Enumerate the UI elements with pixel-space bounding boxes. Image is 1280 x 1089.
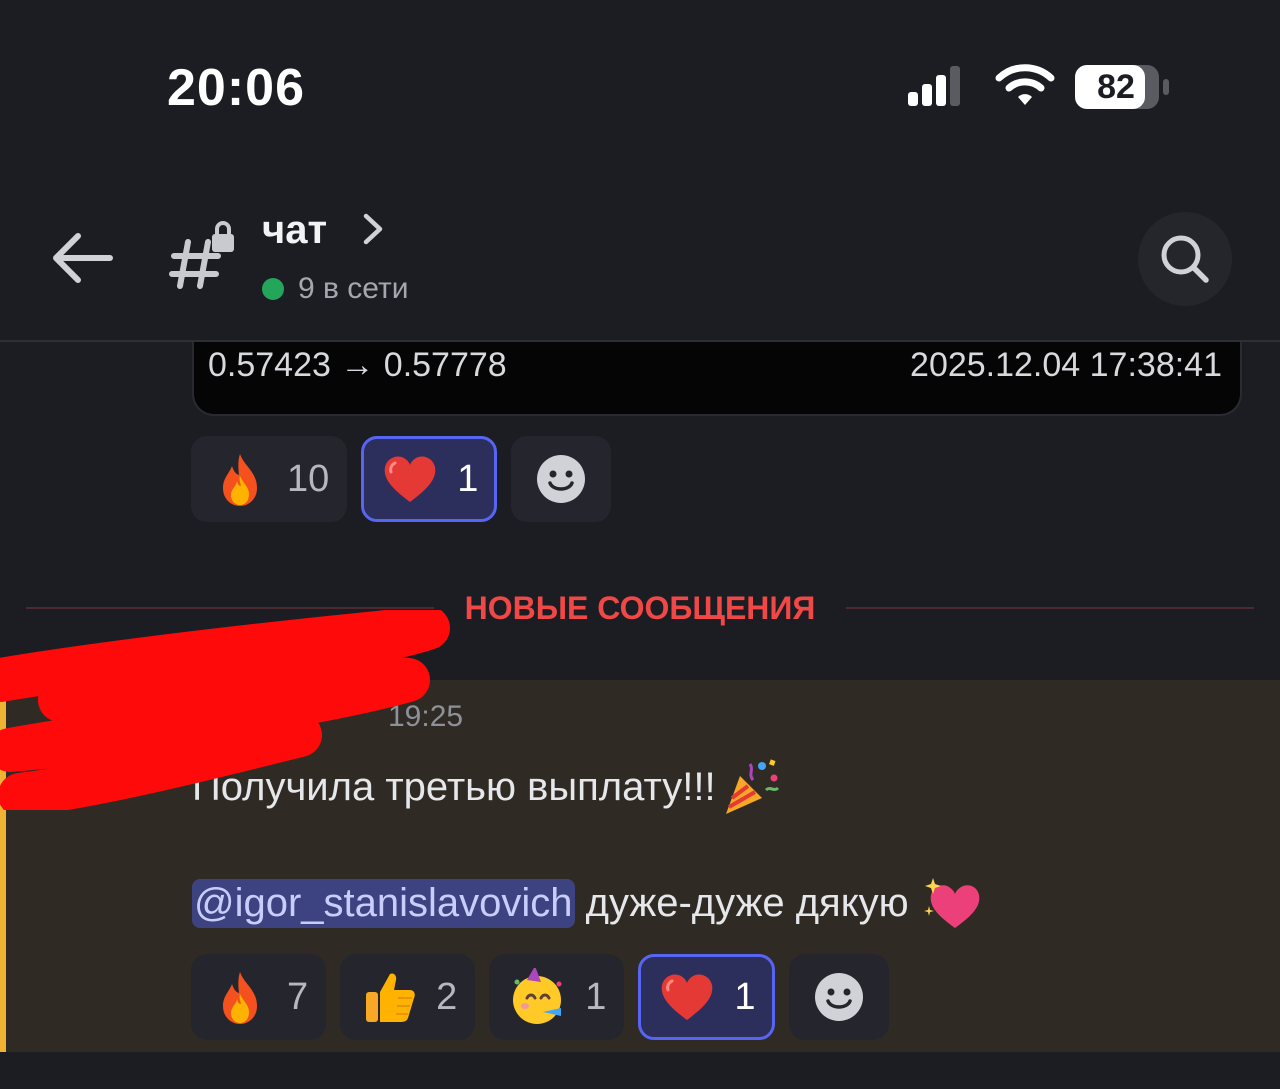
- search-button[interactable]: [1138, 212, 1232, 306]
- reaction-count: 1: [585, 975, 607, 1018]
- embed-timestamp: 2025.12.04 17:38:41: [910, 346, 1222, 384]
- message-embed: 0.57423 → 0.57778 2025.12.04 17:38:41: [192, 342, 1242, 416]
- red-heart-icon: [662, 974, 713, 1020]
- embed-price-change: 0.57423 → 0.57778: [208, 346, 507, 384]
- sparkling-heart-icon: [923, 878, 979, 928]
- battery-indicator: 82: [1074, 64, 1170, 110]
- reaction-count: 10: [287, 457, 330, 500]
- message-text: дуже-дуже дякую: [574, 880, 909, 925]
- divider-line: [26, 607, 434, 609]
- reaction-thumbs-up[interactable]: 2: [340, 954, 476, 1040]
- reaction-heart[interactable]: 1: [638, 954, 775, 1040]
- add-reaction-button[interactable]: [788, 954, 889, 1040]
- redaction-scribble: [0, 610, 450, 810]
- channel-header: чат 9 в сети: [0, 190, 1280, 340]
- reaction-count: 1: [457, 457, 479, 500]
- back-arrow-icon[interactable]: [46, 228, 116, 288]
- battery-level: 82: [1097, 68, 1135, 106]
- divider-line: [846, 607, 1254, 609]
- bottom-bar: [0, 1052, 1280, 1089]
- chevron-right-icon[interactable]: [360, 212, 386, 246]
- online-count: 9 в сети: [262, 272, 408, 306]
- reaction-heart[interactable]: 1: [361, 436, 498, 522]
- wifi-icon: [995, 64, 1055, 105]
- fire-icon: [223, 454, 257, 506]
- status-time: 20:06: [167, 59, 305, 117]
- new-messages-label: НОВЫЕ СООБЩЕНИЯ: [464, 590, 816, 626]
- reaction-bar: 10 1: [191, 436, 612, 522]
- partying-face-icon: [513, 968, 562, 1024]
- cellular-signal-icon: [908, 66, 960, 106]
- reaction-count: 2: [436, 975, 458, 1018]
- private-channel-hash-icon: [169, 221, 234, 289]
- thumbs-up-icon: [366, 973, 415, 1022]
- message-text-line2: @igor_stanislavovich дуже-дуже дякую: [192, 872, 983, 934]
- party-popper-icon: [725, 759, 779, 814]
- reaction-bar: 7 2 1 1: [191, 954, 889, 1040]
- search-icon: [1161, 235, 1209, 283]
- reaction-count: 1: [734, 975, 756, 1018]
- add-reaction-button[interactable]: [511, 436, 612, 522]
- red-heart-icon: [384, 456, 436, 502]
- add-emoji-icon: [814, 973, 863, 1021]
- online-text: 9 в сети: [298, 272, 409, 305]
- channel-name[interactable]: чат: [262, 208, 327, 253]
- reaction-partying-face[interactable]: 1: [489, 954, 625, 1040]
- status-bar: 20:06 82: [0, 0, 1280, 170]
- reaction-fire[interactable]: 10: [191, 436, 348, 522]
- online-dot-icon: [262, 278, 284, 300]
- fire-icon: [223, 972, 257, 1024]
- reaction-count: 7: [287, 975, 309, 1018]
- add-emoji-icon: [537, 455, 586, 503]
- user-mention[interactable]: @igor_stanislavovich: [192, 878, 575, 928]
- reaction-fire[interactable]: 7: [191, 954, 327, 1040]
